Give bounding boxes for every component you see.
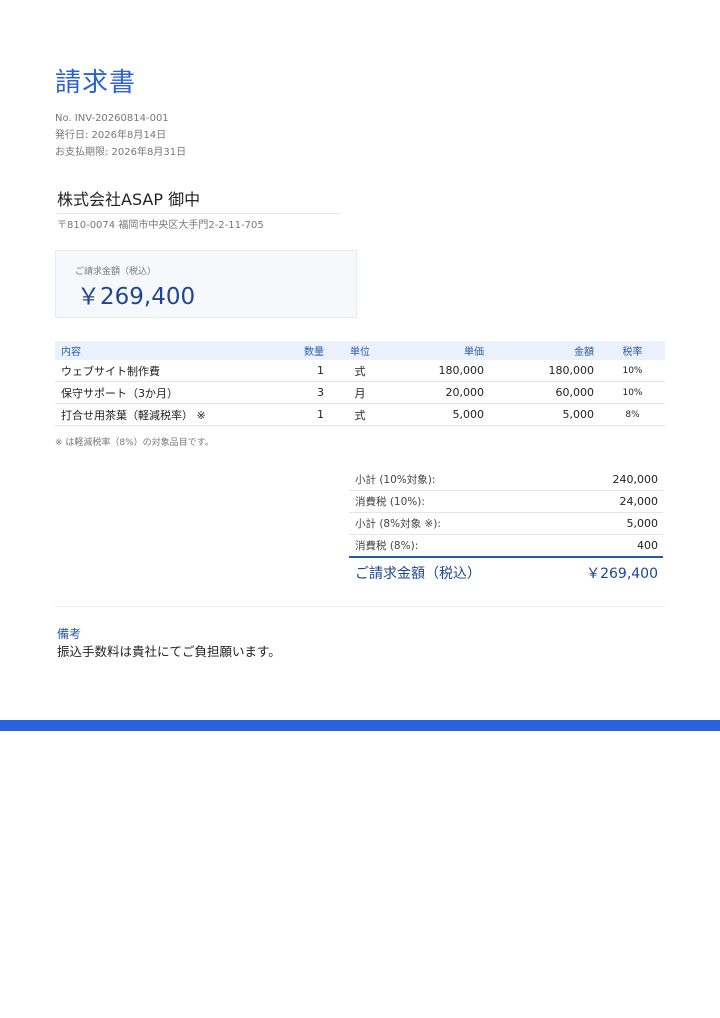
total-amount-value: ￥269,400 [77,284,196,310]
summary-row: 消費税 (10%): 24,000 [349,491,663,513]
summary-label: 小計 (10%対象): [355,474,436,486]
item-unit-price: 20,000 [390,381,490,404]
section-divider [55,606,665,607]
summary-label: 小計 (8%対象 ※): [355,518,441,530]
header-quantity: 数量 [295,341,330,360]
item-tax-rate: 10% [600,381,665,404]
summary-value: 24,000 [619,495,659,508]
item-description: 打合せ用茶葉（軽減税率） ※ [55,403,295,426]
item-amount: 60,000 [490,381,600,404]
summary-section: 小計 (10%対象): 240,000 消費税 (10%): 24,000 小計… [349,469,663,588]
grand-total-row: ご請求金額（税込） ￥269,400 [349,556,663,588]
summary-row: 消費税 (8%): 400 [349,535,663,556]
item-amount: 180,000 [490,360,600,382]
grand-total-value: ￥269,400 [586,566,658,582]
remarks-title: 備考 [57,627,82,641]
item-unit-price: 5,000 [390,403,490,426]
item-unit: 月 [330,381,390,404]
header-description: 内容 [55,341,295,360]
items-table: 内容 数量 単位 単価 金額 税率 ウェブサイト制作費 1 式 180,000 … [55,341,665,426]
table-row: 打合せ用茶葉（軽減税率） ※ 1 式 5,000 5,000 8% [55,403,665,426]
item-description: 保守サポート（3か月） [55,381,295,404]
summary-label: 消費税 (10%): [355,496,425,508]
invoice-meta: No. INV-20260814-001 発行日: 2026年8月14日 お支払… [55,110,186,161]
item-unit: 式 [330,403,390,426]
item-tax-rate: 10% [600,360,665,382]
item-quantity: 3 [295,381,330,404]
summary-value: 400 [637,539,658,552]
item-unit: 式 [330,360,390,382]
table-row: ウェブサイト制作費 1 式 180,000 180,000 10% [55,360,665,382]
client-divider [57,213,340,214]
summary-row: 小計 (8%対象 ※): 5,000 [349,513,663,535]
total-amount-label: ご請求金額（税込） [75,267,157,277]
due-date: お支払期限: 2026年8月31日 [55,147,187,158]
client-name: 株式会社ASAP 御中 [57,190,201,209]
invoice-title: 請求書 [55,68,137,98]
item-description: ウェブサイト制作費 [55,360,295,382]
item-quantity: 1 [295,360,330,382]
item-unit-price: 180,000 [390,360,490,382]
table-row: 保守サポート（3か月） 3 月 20,000 60,000 10% [55,381,665,404]
item-quantity: 1 [295,403,330,426]
remarks-body: 振込手数料は貴社にてご負担願います。 [57,644,281,659]
header-amount: 金額 [490,341,600,360]
item-tax-rate: 8% [600,403,665,426]
invoice-number: No. INV-20260814-001 [55,113,169,124]
header-unit-price: 単価 [390,341,490,360]
reduced-tax-note: ※ は軽減税率（8%）の対象品目です。 [55,438,214,448]
summary-row: 小計 (10%対象): 240,000 [349,469,663,491]
header-unit: 単位 [330,341,390,360]
header-tax-rate: 税率 [600,341,665,360]
summary-value: 240,000 [612,473,659,486]
footer-bar [0,720,720,731]
client-address: 〒810-0074 福岡市中央区大手門2-2-11-705 [57,220,264,231]
total-amount-box: ご請求金額（税込） ￥269,400 [55,250,357,318]
item-amount: 5,000 [490,403,600,426]
issue-date: 発行日: 2026年8月14日 [55,130,167,141]
table-header-row: 内容 数量 単位 単価 金額 税率 [55,341,665,360]
summary-value: 5,000 [626,517,659,530]
summary-label: 消費税 (8%): [355,540,419,552]
grand-total-label: ご請求金額（税込） [355,566,481,582]
